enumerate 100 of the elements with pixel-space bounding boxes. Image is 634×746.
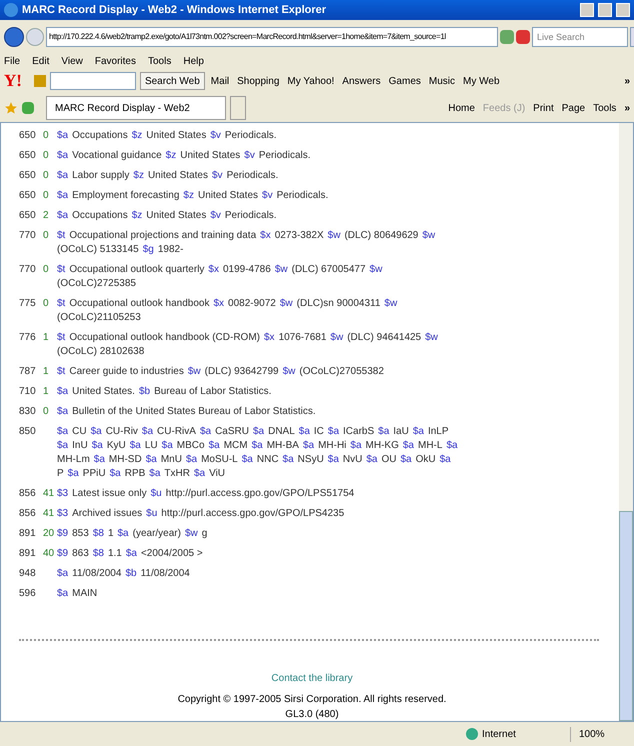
subfield-code: $a <box>440 453 451 467</box>
subfield-code: $x <box>264 331 275 345</box>
subfield-code: $w <box>425 331 438 345</box>
subfield-value: MBCo <box>176 439 205 453</box>
marc-tag: 770 <box>19 263 43 291</box>
subfield-code: $z <box>132 129 142 143</box>
marc-tag: 891 <box>19 527 43 541</box>
marc-tag: 596 <box>19 587 43 601</box>
subfield-value: MoSU-L <box>201 453 238 467</box>
subfield-value: CU-RivA <box>157 425 196 439</box>
subfield-code: $w <box>282 365 296 379</box>
command-button[interactable]: Home <box>448 100 475 116</box>
subfield-value: 863 <box>72 547 89 561</box>
maximize-button[interactable] <box>598 3 612 17</box>
zoom-button[interactable]: 100% <box>570 726 630 742</box>
subfield-code: $w <box>274 263 288 277</box>
subfield-value: Labor supply <box>72 169 130 183</box>
menu-item[interactable]: Help <box>183 54 204 68</box>
search-web-button[interactable]: Search Web <box>140 72 205 90</box>
subfield-value: OU <box>382 453 396 467</box>
menu-item[interactable]: Edit <box>32 54 50 68</box>
stop-button[interactable] <box>516 30 530 44</box>
marc-tag: 650 <box>19 209 43 223</box>
subfield-code: $a <box>366 453 378 467</box>
refresh-button[interactable] <box>500 30 514 44</box>
more-button[interactable]: » <box>624 100 630 116</box>
menu-item[interactable]: Favorites <box>94 54 136 68</box>
subfield-value: http://purl.access.gpo.gov/GPO/LPS4235 <box>161 507 344 521</box>
subfield-value: MH-BA <box>266 439 299 453</box>
menu-item[interactable]: Tools <box>148 54 172 68</box>
star-icon[interactable] <box>4 101 18 115</box>
subfield-code: $a <box>57 129 68 143</box>
search-field[interactable]: Live Search <box>532 27 628 47</box>
subfield-code: $a <box>57 439 68 453</box>
subfield-code: $t <box>57 365 66 379</box>
subfield-value: MCM <box>224 439 248 453</box>
marc-indicator: 41 <box>43 508 54 519</box>
scrollbar[interactable] <box>619 123 633 721</box>
back-button[interactable] <box>4 27 24 47</box>
window-title: MARC Record Display - Web2 - Windows Internet Explorer <box>22 2 328 18</box>
subfield-value: NvU <box>342 453 362 467</box>
subfield-value: Occupational outlook handbook (CD-ROM) <box>69 331 260 345</box>
close-button[interactable] <box>616 3 630 17</box>
toolbar-button[interactable]: Games <box>386 74 423 88</box>
menu-item[interactable]: File <box>4 54 20 68</box>
subfield-code: $9 <box>57 527 68 541</box>
marc-tag: 776 <box>19 331 43 359</box>
subfield-code: $a <box>194 467 206 481</box>
new-tab-button[interactable] <box>230 96 246 120</box>
subfield-code: $a <box>57 567 68 581</box>
toolbar-button[interactable]: Answers <box>340 74 383 88</box>
contact-link[interactable]: Contact the library <box>271 671 353 686</box>
globe-icon <box>466 728 478 740</box>
subfield-code: $a <box>142 425 154 439</box>
subfield-code: $a <box>146 453 157 467</box>
marc-indicator: 20 <box>43 528 54 539</box>
subfield-value: ViU <box>209 467 226 481</box>
command-button[interactable]: Tools <box>593 100 616 116</box>
toolbar-button[interactable]: My Web <box>461 74 502 88</box>
more-button[interactable]: » <box>624 74 630 88</box>
subfield-code: $a <box>57 587 68 601</box>
marc-indicator: 0 <box>43 130 49 141</box>
subfield-value: (DLC) 94641425 <box>347 331 422 345</box>
toolbar-button[interactable]: Music <box>426 74 458 88</box>
toolbar-button[interactable]: Mail <box>208 74 232 88</box>
subfield-value: Periodicals. <box>276 189 328 203</box>
toolbar-logo[interactable]: Y! <box>4 68 22 94</box>
subfield-value: Occupational outlook quarterly <box>69 263 204 277</box>
subfield-code: $b <box>138 385 150 399</box>
subfield-code: $t <box>57 229 66 243</box>
command-button[interactable]: Print <box>533 100 554 116</box>
subfield-code: $a <box>162 439 173 453</box>
subfield-code: $a <box>57 149 68 163</box>
subfield-value: United States <box>198 189 258 203</box>
subfield-value: Periodicals. <box>258 149 311 163</box>
marc-tag: 830 <box>19 405 43 419</box>
subfield-value: IaU <box>393 425 409 439</box>
subfield-code: $x <box>260 229 271 243</box>
toolbar-search-field[interactable] <box>50 72 136 90</box>
marc-indicator: 0 <box>43 190 49 201</box>
subfield-value: 1076-7681 <box>278 331 326 345</box>
subfield-value: (OCoLC) 28102638 <box>57 345 144 359</box>
subfield-value: United States. <box>72 385 135 399</box>
marc-tag: 650 <box>19 129 43 143</box>
menu-item[interactable]: View <box>61 54 83 68</box>
command-button[interactable]: Page <box>562 100 586 116</box>
minimize-button[interactable] <box>580 3 594 17</box>
toolbar-button[interactable]: Shopping <box>235 74 282 88</box>
marc-indicator: 0 <box>43 170 49 181</box>
subfield-code: $u <box>146 507 158 521</box>
marc-indicator: 0 <box>43 264 49 275</box>
marc-tag: 770 <box>19 229 43 257</box>
marc-indicator: 1 <box>43 386 49 397</box>
toolbar-button[interactable]: My Yahoo! <box>285 74 336 88</box>
subfield-code: $3 <box>57 507 68 521</box>
subfield-value: CaSRU <box>215 425 249 439</box>
subfield-code: $z <box>166 149 176 163</box>
browser-tab[interactable]: MARC Record Display - Web2 <box>46 96 226 120</box>
address-field[interactable]: http://170.222.4.6/web2/tramp2.exe/goto/A1l73ntm.002?screen=MarcRecord.html&server=1home&item=7&item_source=1l <box>46 27 498 47</box>
subfield-code: $a <box>186 453 198 467</box>
